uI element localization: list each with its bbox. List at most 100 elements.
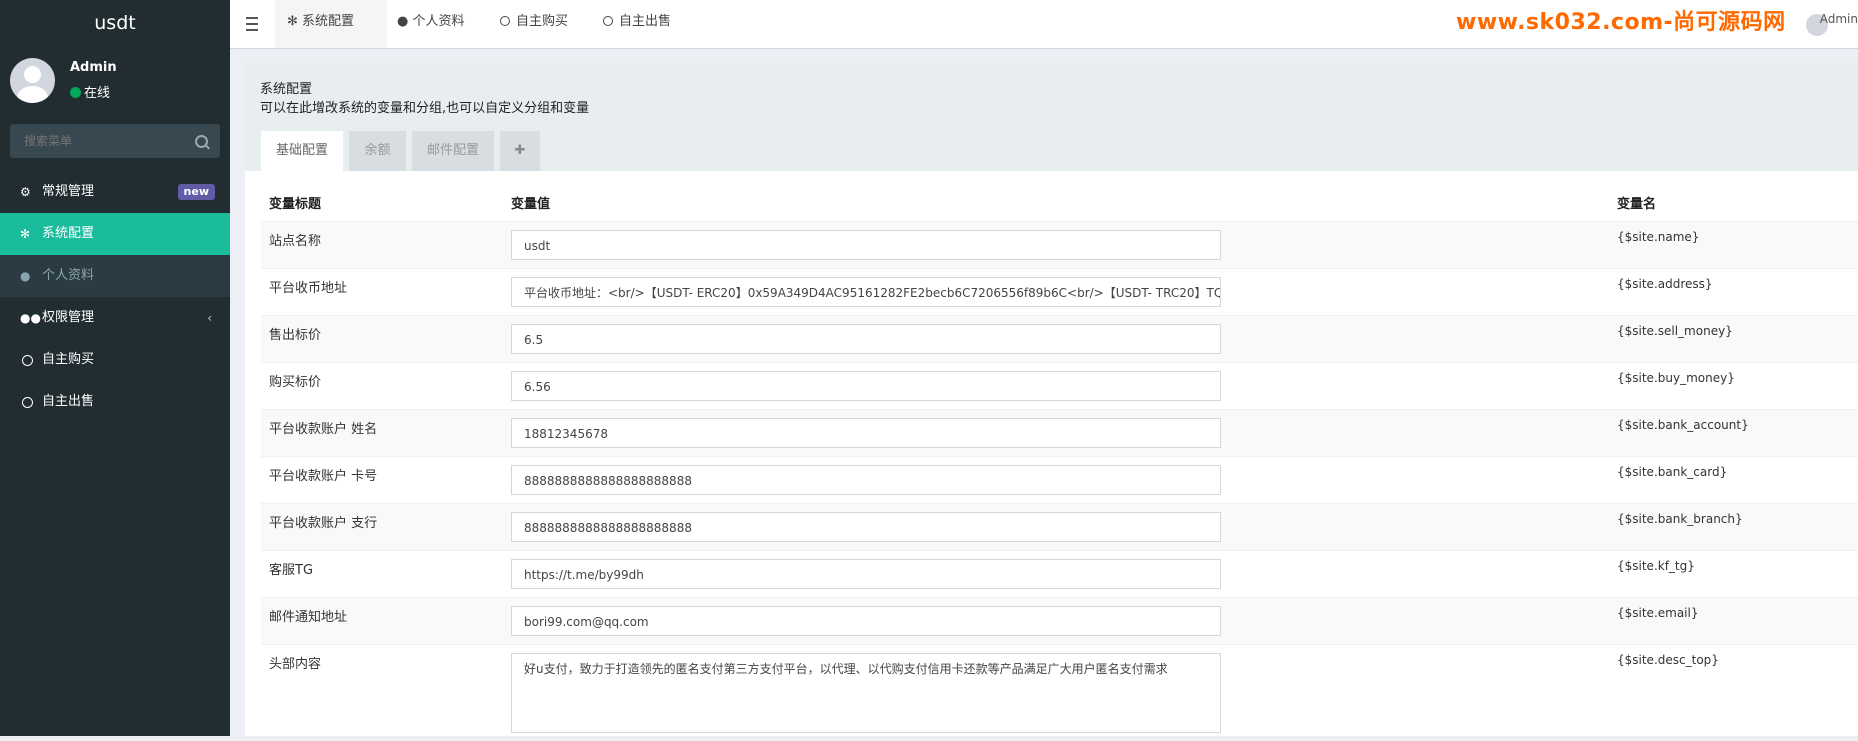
tab-label: 个人资料 — [412, 14, 464, 29]
app-logo[interactable]: usdt — [0, 0, 230, 46]
watermark: www.sk032.com-尚可源码网 — [1456, 4, 1786, 36]
sidebar-item-label: 权限管理 — [42, 310, 94, 325]
menu-toggle-icon[interactable] — [246, 17, 258, 31]
column-header: 变量值 — [503, 183, 1609, 222]
var-name: {$site.sell_money} — [1609, 316, 1858, 363]
sidebar-item-buy[interactable]: 自主购买 — [0, 339, 230, 381]
table-row: 邮件通知地址 bori99.com@qq.com {$site.email} — [261, 598, 1858, 645]
tab-label: 自主出售 — [619, 14, 671, 29]
search-input[interactable] — [10, 124, 194, 158]
sidebar-item-sell[interactable]: 自主出售 — [0, 381, 230, 423]
var-title: 购买标价 — [261, 363, 503, 410]
bank-account-input[interactable]: 18812345678 — [511, 418, 1221, 448]
tab-system-config[interactable]: ✻ 系统配置 — [275, 0, 387, 48]
var-title: 平台收款账户 支行 — [261, 504, 503, 551]
circle-icon — [22, 355, 33, 366]
tab-self-buy[interactable]: 自主购买 — [500, 0, 568, 48]
site-address-input[interactable]: 平台收币地址：<br/>【USDT- ERC20】0x59A349D4AC951… — [511, 277, 1221, 307]
sidebar-item-permissions[interactable]: ●● 权限管理 ‹ — [0, 297, 230, 339]
page-description: 可以在此增改系统的变量和分组,也可以自定义分组和变量 — [260, 97, 589, 116]
search-icon[interactable] — [195, 135, 208, 148]
user-icon: ● — [397, 14, 412, 29]
var-name: {$site.name} — [1609, 222, 1858, 269]
table-row: 站点名称 usdt {$site.name} — [261, 222, 1858, 269]
table-row: 平台收款账户 支行 8888888888888888888888 {$site.… — [261, 504, 1858, 551]
cogs-icon: ⚙ — [20, 171, 31, 213]
var-title: 客服TG — [261, 551, 503, 598]
tab-label: 自主购买 — [516, 14, 568, 29]
var-name: {$site.address} — [1609, 269, 1858, 316]
sell-money-input[interactable]: 6.5 — [511, 324, 1221, 354]
sidebar-item-label: 系统配置 — [42, 226, 94, 241]
tab-self-sell[interactable]: 自主出售 — [603, 0, 671, 48]
column-header: 变量标题 — [261, 183, 503, 222]
var-title: 平台收款账户 姓名 — [261, 410, 503, 457]
sidebar-search — [10, 124, 220, 158]
var-name: {$site.bank_card} — [1609, 457, 1858, 504]
config-table: 变量标题 变量值 变量名 站点名称 usdt {$site.name} 平台收币… — [261, 183, 1858, 741]
var-name: {$site.bank_account} — [1609, 410, 1858, 457]
table-row: 平台收款账户 姓名 18812345678 {$site.bank_accoun… — [261, 410, 1858, 457]
var-name: {$site.kf_tg} — [1609, 551, 1858, 598]
page-title: 系统配置 — [260, 78, 312, 97]
table-row: 购买标价 6.56 {$site.buy_money} — [261, 363, 1858, 410]
var-title: 平台收币地址 — [261, 269, 503, 316]
top-navbar: ✻ 系统配置 ● 个人资料 自主购买 自主出售 www.sk032.com-尚可… — [230, 0, 1858, 49]
sidebar-menu: ⚙ 常规管理 new ✻ 系统配置 ● 个人资料 ●● 权限管理 ‹ 自主购买 … — [0, 171, 230, 423]
bank-branch-input[interactable]: 8888888888888888888888 — [511, 512, 1221, 542]
var-name: {$site.desc_top} — [1609, 645, 1858, 741]
var-name: {$site.bank_branch} — [1609, 504, 1858, 551]
circle-icon — [603, 16, 613, 26]
user-icon: ● — [20, 255, 30, 297]
tab-basic-config[interactable]: 基础配置 — [261, 131, 343, 171]
var-title: 邮件通知地址 — [261, 598, 503, 645]
user-status-label: 在线 — [84, 86, 110, 101]
new-badge: new — [178, 184, 215, 200]
panel-heading: 系统配置 可以在此增改系统的变量和分组,也可以自定义分组和变量 基础配置 余额 … — [245, 63, 1858, 171]
desc-top-textarea[interactable]: 好u支付，致力于打造领先的匿名支付第三方支付平台，以代理、以代购支付信用卡还款等… — [511, 653, 1221, 733]
user-status: 在线 — [70, 82, 110, 101]
sidebar-item-label: 个人资料 — [42, 268, 94, 283]
var-title: 头部内容 — [261, 645, 503, 741]
online-status-icon — [70, 87, 81, 98]
add-tab-button[interactable]: ✚ — [500, 131, 540, 171]
var-title: 售出标价 — [261, 316, 503, 363]
sidebar-item-label: 常规管理 — [42, 184, 94, 199]
tab-balance[interactable]: 余额 — [349, 131, 406, 171]
column-header: 变量名 — [1609, 183, 1858, 222]
circle-icon — [22, 397, 33, 408]
var-title: 站点名称 — [261, 222, 503, 269]
user-name: Admin — [70, 60, 117, 75]
buy-money-input[interactable]: 6.56 — [511, 371, 1221, 401]
table-row: 平台收款账户 卡号 8888888888888888888888 {$site.… — [261, 457, 1858, 504]
gear-icon: ✻ — [287, 14, 302, 29]
sidebar-item-label: 自主出售 — [42, 394, 94, 409]
table-row: 售出标价 6.5 {$site.sell_money} — [261, 316, 1858, 363]
user-panel: Admin 在线 — [0, 46, 230, 122]
sidebar-item-system-config[interactable]: ✻ 系统配置 — [0, 213, 230, 255]
table-row: 客服TG https://t.me/by99dh {$site.kf_tg} — [261, 551, 1858, 598]
sidebar: usdt Admin 在线 ⚙ 常规管理 new ✻ 系统配置 ● 个人资料 ●… — [0, 0, 230, 736]
var-name: {$site.email} — [1609, 598, 1858, 645]
email-input[interactable]: bori99.com@qq.com — [511, 606, 1221, 636]
bank-card-input[interactable]: 8888888888888888888888 — [511, 465, 1221, 495]
var-name: {$site.buy_money} — [1609, 363, 1858, 410]
sidebar-item-general[interactable]: ⚙ 常规管理 new — [0, 171, 230, 213]
group-icon: ●● — [20, 297, 41, 339]
table-row: 平台收币地址 平台收币地址：<br/>【USDT- ERC20】0x59A349… — [261, 269, 1858, 316]
gear-icon: ✻ — [20, 213, 30, 255]
sidebar-item-label: 自主购买 — [42, 352, 94, 367]
sidebar-item-profile[interactable]: ● 个人资料 — [0, 255, 230, 297]
kf-tg-input[interactable]: https://t.me/by99dh — [511, 559, 1221, 589]
table-row: 头部内容 好u支付，致力于打造领先的匿名支付第三方支付平台，以代理、以代购支付信… — [261, 645, 1858, 741]
chevron-left-icon: ‹ — [207, 297, 212, 339]
tab-profile[interactable]: ● 个人资料 — [397, 0, 465, 48]
circle-icon — [500, 16, 510, 26]
site-name-input[interactable]: usdt — [511, 230, 1221, 260]
var-title: 平台收款账户 卡号 — [261, 457, 503, 504]
main-content: 系统配置 可以在此增改系统的变量和分组,也可以自定义分组和变量 基础配置 余额 … — [245, 63, 1858, 736]
top-user-name[interactable]: Admin — [1820, 12, 1858, 26]
avatar — [10, 58, 55, 103]
tab-mail-config[interactable]: 邮件配置 — [412, 131, 494, 171]
tab-label: 系统配置 — [302, 14, 354, 29]
